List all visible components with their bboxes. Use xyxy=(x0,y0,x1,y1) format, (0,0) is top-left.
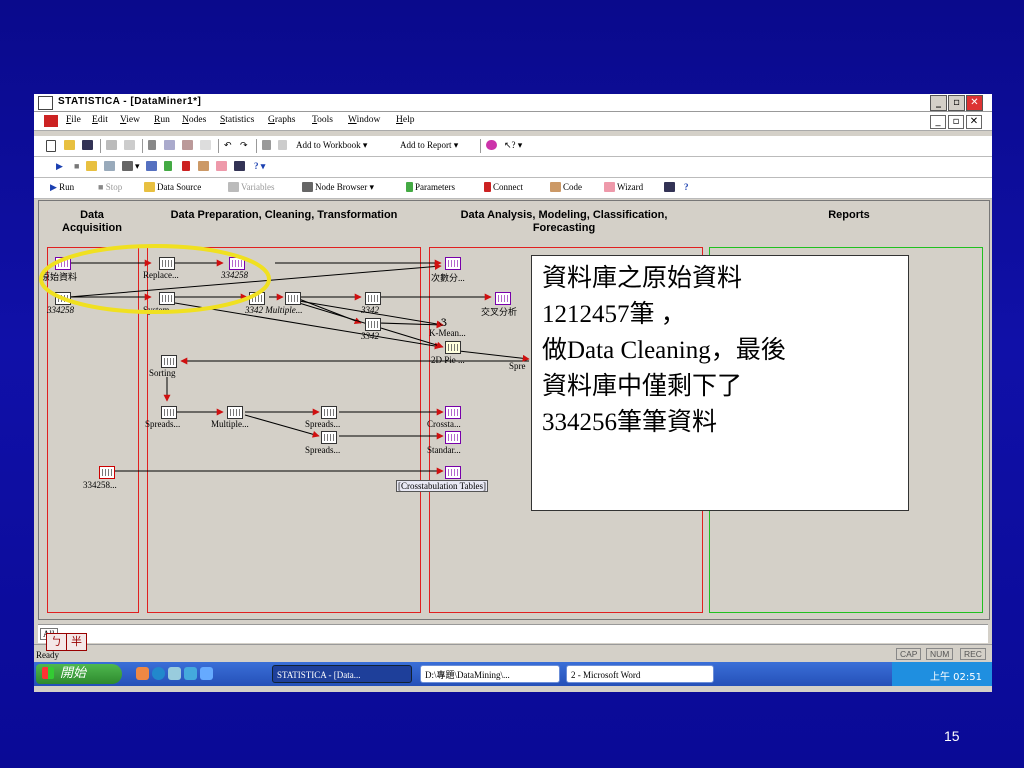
menu-nodes[interactable]: Nodes xyxy=(182,115,206,125)
menu-statistics[interactable]: Statistics xyxy=(220,115,254,125)
dataminer-toolbar: ▶ Run ■ Stop Data Source Variables Node … xyxy=(34,178,992,199)
task-word[interactable]: 2 - Microsoft Word xyxy=(566,665,714,683)
add-to-report-button[interactable]: Add to Report ▾ xyxy=(400,140,458,151)
doc-minimize-button[interactable]: _ xyxy=(930,115,946,129)
annotation-line-3: 做Data Cleaning，最後 xyxy=(542,337,786,364)
variables-icon[interactable] xyxy=(104,161,117,171)
rec-indicator: REC xyxy=(960,648,986,660)
data-source-icon[interactable] xyxy=(86,161,99,171)
menu-view[interactable]: View xyxy=(120,115,140,125)
dataminer-canvas[interactable]: Data Acquisition Data Preparation, Clean… xyxy=(38,200,990,620)
parameters-button[interactable]: Parameters xyxy=(406,182,455,192)
window-titlebar[interactable]: STATISTICA STATISTICA - [DataMiner1*] _ … xyxy=(34,94,992,112)
menu-window[interactable]: Window xyxy=(348,115,380,125)
media-icon[interactable] xyxy=(200,667,213,680)
node-browser-icon[interactable]: ▾ xyxy=(122,161,140,172)
annotation-line-2: 1212457筆 ， xyxy=(542,301,686,328)
document-menu-icon[interactable] xyxy=(44,115,58,127)
desktop-icon[interactable] xyxy=(184,667,197,680)
caps-indicator: CAP xyxy=(896,648,922,660)
run-arrow-icon[interactable]: ▶ xyxy=(56,161,63,172)
replace-icon[interactable] xyxy=(278,140,289,150)
stop-square-icon[interactable]: ■ xyxy=(74,161,79,171)
spreadsheet-icon[interactable] xyxy=(146,161,159,171)
copy-icon[interactable] xyxy=(164,140,177,150)
doc-restore-button[interactable]: ▫ xyxy=(948,115,964,129)
ime-indicator[interactable]: ㄅ 半 xyxy=(46,633,87,651)
annotation-line-5: 334256筆筆資料 xyxy=(542,409,718,436)
data-source-button[interactable]: Data Source xyxy=(144,182,201,192)
save-button[interactable] xyxy=(664,182,677,192)
standard-toolbar: ↶ ↷ Add to Workbook ▾ Add to Report ▾ ↖?… xyxy=(34,136,992,157)
status-ready: Ready xyxy=(36,650,59,660)
annotation-line-1: 資料庫之原始資料 xyxy=(542,265,743,292)
menu-file[interactable]: File xyxy=(66,115,81,125)
task-folder[interactable]: D:\專題\DataMining\... xyxy=(420,665,560,683)
variables-button[interactable]: Variables xyxy=(228,182,275,192)
save-project-icon[interactable] xyxy=(234,161,247,171)
internet-explorer-icon[interactable] xyxy=(152,667,165,680)
menu-bar: File Edit View Run Nodes Statistics Grap… xyxy=(34,112,992,131)
ime-width[interactable]: 半 xyxy=(67,634,86,650)
cut-icon[interactable] xyxy=(148,140,158,150)
status-bar: Ready ㄅ 半 CAP NUM REC xyxy=(34,633,992,663)
annotation-line-4: 資料庫中僅剩下了 xyxy=(542,373,743,400)
stop-button[interactable]: ■ Stop xyxy=(98,182,122,192)
windows-flag-icon xyxy=(42,667,54,679)
window-title: STATISTICA - [DataMiner1*] xyxy=(58,96,202,107)
node-toolbar: ▶ ■ ▾ ? ▾ xyxy=(34,157,992,178)
doc-close-button[interactable]: ✕ xyxy=(966,115,982,129)
connect-button[interactable]: Connect xyxy=(484,182,523,192)
code-button[interactable]: Code xyxy=(550,182,582,192)
ime-mode[interactable]: ㄅ xyxy=(47,634,67,650)
clock[interactable]: 上午 02:51 xyxy=(930,668,982,683)
annotation-callout: 資料庫之原始資料 1212457筆 ， 做Data Cleaning，最後 資料… xyxy=(531,255,909,511)
open-icon[interactable] xyxy=(64,140,77,150)
add-to-workbook-button[interactable]: Add to Workbook ▾ xyxy=(296,140,367,151)
slide-page-number: 15 xyxy=(944,728,960,744)
save-icon[interactable] xyxy=(82,140,95,150)
undo-icon[interactable]: ↶ xyxy=(224,140,232,151)
wizard-button[interactable]: Wizard xyxy=(604,182,643,192)
num-indicator: NUM xyxy=(926,648,954,660)
menu-graphs[interactable]: Graphs xyxy=(268,115,295,125)
menu-help[interactable]: Help xyxy=(396,115,414,125)
help-icon[interactable]: ? ▾ xyxy=(254,161,265,172)
redo-icon[interactable]: ↷ xyxy=(240,140,248,151)
system-tray: 上午 02:51 xyxy=(892,662,992,686)
menu-edit[interactable]: Edit xyxy=(92,115,108,125)
menu-tools[interactable]: Tools xyxy=(312,115,333,125)
help-pointer-icon[interactable]: ↖? ▾ xyxy=(504,140,522,151)
print-preview-icon[interactable] xyxy=(124,140,137,150)
connect-icon[interactable] xyxy=(182,161,192,171)
node-browser-button[interactable]: Node Browser ▾ xyxy=(302,182,374,193)
close-button[interactable]: ✕ xyxy=(966,95,983,111)
parameters-icon[interactable] xyxy=(164,161,174,171)
menu-run[interactable]: Run xyxy=(154,115,170,125)
run-button[interactable]: ▶ Run xyxy=(50,182,74,193)
workspace-tabstrip: All xyxy=(38,624,988,643)
outlook-icon[interactable] xyxy=(168,667,181,680)
task-statistica[interactable]: STATISTICA - [Data... xyxy=(272,665,412,683)
quicklaunch-brush-icon[interactable] xyxy=(136,667,149,680)
code-icon[interactable] xyxy=(198,161,211,171)
statistica-window: STATISTICA STATISTICA - [DataMiner1*] _ … xyxy=(34,94,992,692)
paste-icon[interactable] xyxy=(182,140,195,150)
find-icon[interactable] xyxy=(262,140,273,150)
maximize-button[interactable]: ▫ xyxy=(948,95,965,111)
windows-taskbar: 開始 STATISTICA - [Data... D:\專題\DataMinin… xyxy=(34,662,992,686)
start-button[interactable]: 開始 xyxy=(36,664,122,684)
new-icon[interactable] xyxy=(46,140,58,152)
microscope-icon[interactable] xyxy=(486,140,499,150)
wizard-icon[interactable] xyxy=(216,161,229,171)
minimize-button[interactable]: _ xyxy=(930,95,947,111)
format-painter-icon[interactable] xyxy=(200,140,213,150)
help-button[interactable]: ? xyxy=(684,182,689,192)
statistica-app-icon[interactable]: STATISTICA xyxy=(38,96,53,110)
print-icon[interactable] xyxy=(106,140,119,150)
